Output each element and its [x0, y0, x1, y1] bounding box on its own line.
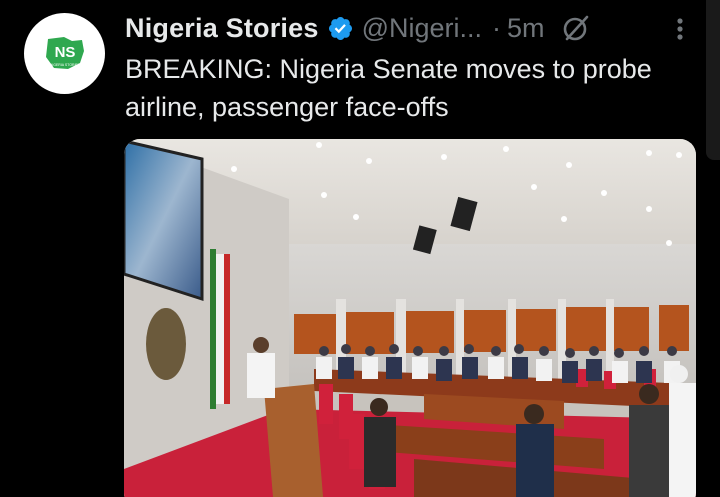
timestamp[interactable]: 5m	[507, 13, 545, 44]
tweet-card[interactable]: NS NIGERIA STORIES Nigeria Stories @Nige…	[0, 0, 720, 497]
nigeria-stories-logo-icon: NS NIGERIA STORIES	[45, 36, 84, 69]
verified-badge-icon	[328, 16, 352, 40]
more-options-icon[interactable]	[670, 14, 690, 44]
separator-dot: ·	[492, 12, 502, 43]
senate-chamber-photo	[124, 139, 696, 497]
tweet-header: Nigeria Stories @Nigeri... · 5m	[125, 8, 591, 48]
grok-slash-icon[interactable]	[561, 13, 591, 43]
svg-text:NS: NS	[54, 44, 75, 61]
tweet-text: BREAKING: Nigeria Senate moves to probe …	[125, 54, 652, 122]
display-name[interactable]: Nigeria Stories	[125, 13, 319, 44]
svg-text:NIGERIA STORIES: NIGERIA STORIES	[49, 63, 80, 67]
avatar[interactable]: NS NIGERIA STORIES	[24, 13, 105, 94]
scrollbar-edge[interactable]	[706, 0, 720, 160]
handle[interactable]: @Nigeri...	[362, 13, 482, 44]
tweet-photo[interactable]	[124, 139, 696, 497]
